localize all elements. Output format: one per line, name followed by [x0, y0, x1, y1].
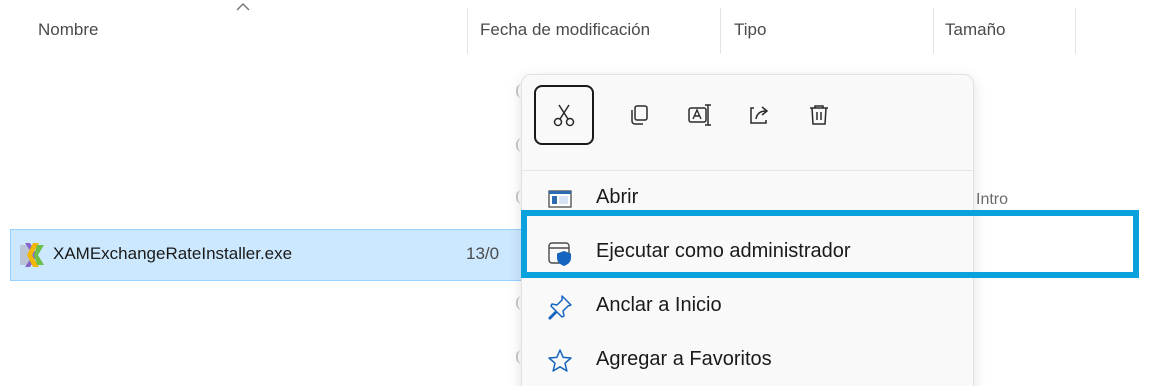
window-icon [548, 190, 572, 208]
menu-item-add-favorites[interactable]: Agregar a Favoritos [522, 333, 973, 386]
column-type[interactable]: Tipo [734, 20, 766, 40]
column-name[interactable]: Nombre [38, 20, 98, 40]
installer-icon [20, 243, 44, 267]
rename-icon [688, 104, 711, 126]
column-divider[interactable] [933, 8, 934, 54]
highlight-box [521, 210, 1139, 278]
menu-item-label: Abrir [596, 186, 639, 208]
star-icon [548, 349, 572, 372]
column-header: Nombre Fecha de modificación Tipo Tamaño [0, 0, 1149, 70]
menu-item-pin-start[interactable]: Anclar a Inicio [522, 279, 973, 335]
menu-item-shortcut: Intro [976, 191, 1009, 208]
delete-button[interactable] [789, 85, 849, 145]
share-button[interactable] [729, 85, 789, 145]
column-size[interactable]: Tamaño [945, 20, 1005, 40]
column-divider[interactable] [1075, 8, 1076, 54]
sort-up-icon[interactable] [236, 2, 250, 12]
file-row-selected[interactable]: XAMExchangeRateInstaller.exe 13/0 [10, 229, 524, 281]
scissors-icon [553, 104, 575, 127]
copy-button[interactable] [609, 85, 669, 145]
column-divider[interactable] [720, 8, 721, 54]
trash-icon [810, 105, 828, 125]
share-icon [750, 106, 769, 124]
file-date: 13/0 [466, 244, 500, 263]
rename-button[interactable] [669, 85, 729, 145]
menu-item-label: Agregar a Favoritos [596, 348, 772, 370]
file-name: XAMExchangeRateInstaller.exe [53, 244, 293, 263]
copy-icon [631, 105, 648, 125]
column-modified[interactable]: Fecha de modificación [480, 20, 650, 40]
menu-item-label: Anclar a Inicio [596, 294, 722, 316]
column-divider[interactable] [467, 8, 468, 54]
cut-button[interactable] [534, 85, 594, 145]
pin-icon [548, 295, 572, 320]
